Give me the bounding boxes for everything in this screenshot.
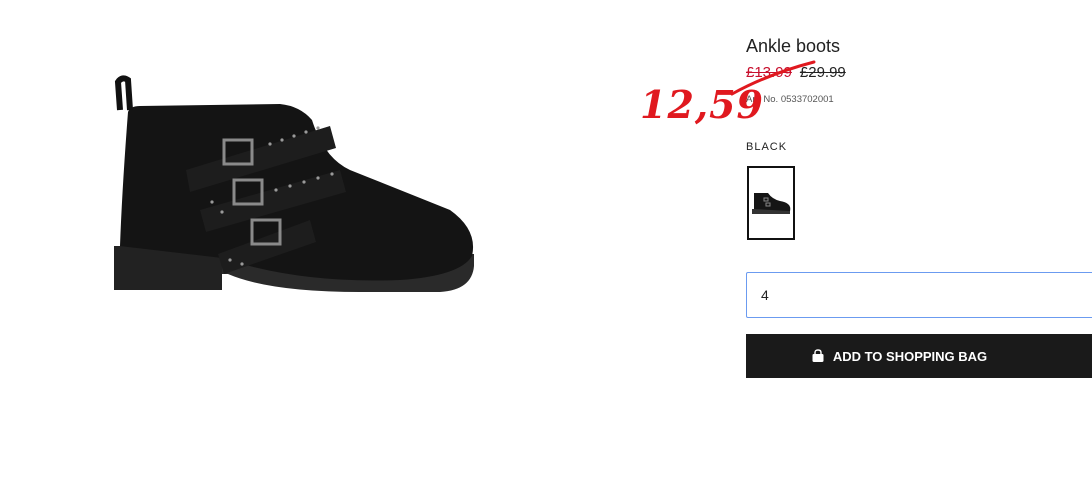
product-title: Ankle boots [746, 36, 841, 56]
add-to-bag-label: ADD TO SHOPPING BAG [832, 348, 988, 364]
color-swatch-black[interactable] [747, 166, 795, 240]
swatch-thumbnail [752, 193, 791, 214]
annotation-price: 12,59 [640, 82, 764, 127]
product-image [114, 75, 474, 292]
sale-price: £13.99 [746, 64, 792, 81]
color-label: BLACK [746, 141, 788, 153]
price-row: £13.99 £29.99 [746, 64, 846, 81]
add-to-bag-button[interactable]: ADD TO SHOPPING BAG [746, 334, 1092, 378]
shopping-bag-icon [811, 349, 825, 363]
quantity-input[interactable] [746, 272, 1092, 318]
original-price: £29.99 [799, 64, 846, 81]
